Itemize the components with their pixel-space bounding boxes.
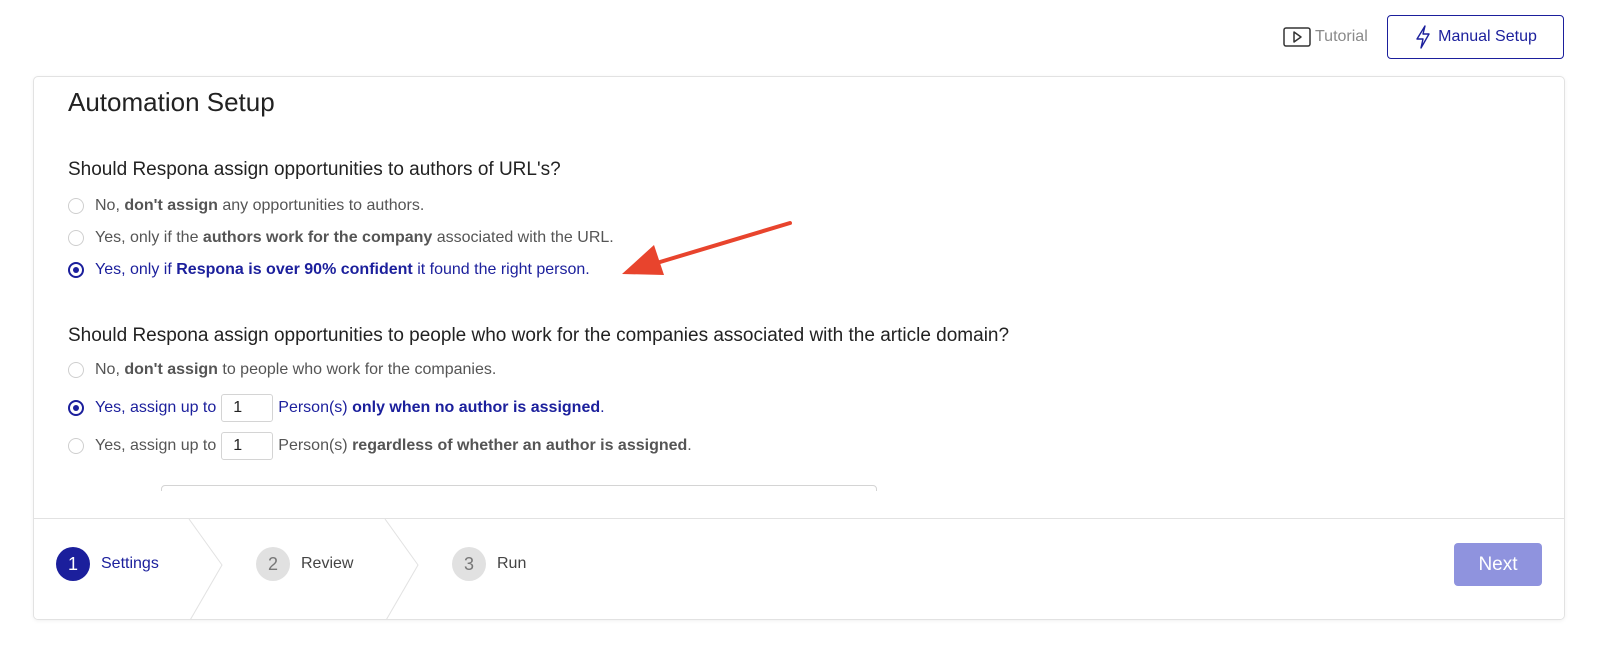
step-settings[interactable]: 1 Settings [56,547,159,581]
step-label: Run [497,555,527,572]
tutorial-label: Tutorial [1315,28,1368,45]
option-authors-work-for-company[interactable]: Yes, only if the authors work for the co… [68,227,614,249]
manual-setup-button[interactable]: Manual Setup [1387,15,1564,59]
radio-button[interactable] [68,438,84,454]
radio-button[interactable] [68,198,84,214]
option-text: Yes, only if Respona is over 90% confide… [95,261,590,278]
tutorial-link[interactable]: Tutorial [1283,25,1368,49]
manual-setup-label: Manual Setup [1438,28,1537,45]
option-text: Yes, assign up to [95,399,217,416]
step-number: 2 [256,547,290,581]
radio-button-selected[interactable] [68,400,84,416]
lightning-icon [1414,25,1432,49]
step-label: Settings [101,555,159,572]
next-button[interactable]: Next [1454,543,1542,586]
person-count-input[interactable] [221,394,274,422]
step-number: 1 [56,547,90,581]
stepper-footer: 1 Settings 2 Review 3 Run Next [34,518,1564,619]
scroll-fade [34,491,1564,519]
option-text: No, don't assign any opportunities to au… [95,197,425,214]
radio-button[interactable] [68,230,84,246]
option-text: Yes, assign up to [95,437,217,454]
step-review[interactable]: 2 Review [256,547,353,581]
annotation-arrow-icon [622,221,792,275]
option-text: Person(s) only when no author is assigne… [278,399,605,416]
option-assign-regardless[interactable]: Yes, assign up to Person(s) regardless o… [68,432,692,460]
option-no-authors[interactable]: No, don't assign any opportunities to au… [68,195,424,217]
option-assign-when-no-author[interactable]: Yes, assign up to Person(s) only when no… [68,394,605,422]
radio-button[interactable] [68,362,84,378]
option-no-company-people[interactable]: No, don't assign to people who work for … [68,359,496,381]
question-company-people: Should Respona assign opportunities to p… [68,325,1010,346]
step-number: 3 [452,547,486,581]
option-text: No, don't assign to people who work for … [95,361,497,378]
play-video-icon [1283,26,1311,48]
step-label: Review [301,555,354,572]
radio-button-selected[interactable] [68,262,84,278]
option-text: Person(s) regardless of whether an autho… [278,437,692,454]
option-confident-90[interactable]: Yes, only if Respona is over 90% confide… [68,259,590,281]
option-text: Yes, only if the authors work for the co… [95,229,614,246]
step-divider-chevron-icon [188,519,223,619]
automation-setup-card: Automation Setup Should Respona assign o… [33,76,1565,620]
page-title: Automation Setup [68,87,275,117]
question-authors: Should Respona assign opportunities to a… [68,159,561,180]
step-run[interactable]: 3 Run [452,547,526,581]
step-divider-chevron-icon [384,519,419,619]
person-count-input[interactable] [221,432,274,460]
